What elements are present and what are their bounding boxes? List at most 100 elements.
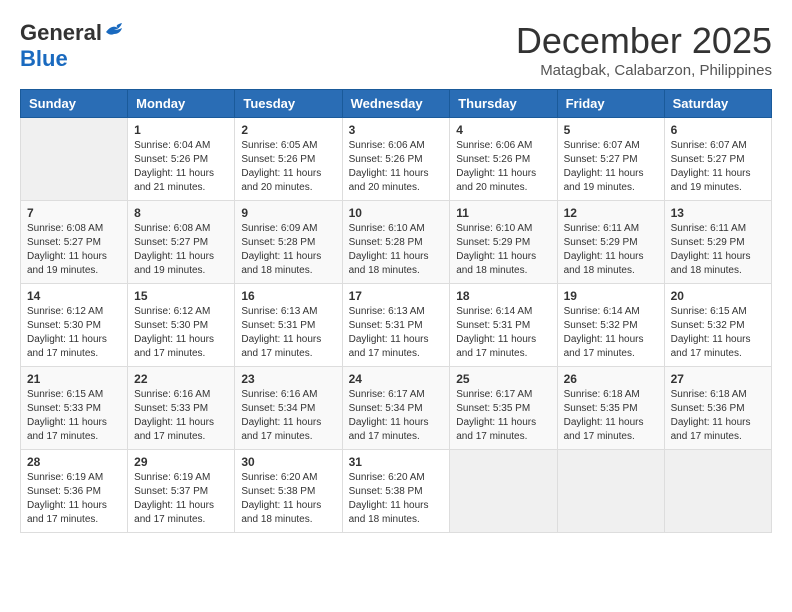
day-info: Sunrise: 6:07 AMSunset: 5:27 PMDaylight:… [564, 139, 658, 195]
logo-bird-icon [104, 22, 126, 40]
day-number: 30 [241, 455, 335, 469]
title-block: December 2025 Matagbak, Calabarzon, Phil… [516, 20, 772, 79]
calendar-cell: 2 Sunrise: 6:05 AMSunset: 5:26 PMDaylight… [235, 118, 342, 201]
day-header-saturday: Saturday [664, 90, 771, 118]
day-info: Sunrise: 6:16 AMSunset: 5:34 PMDaylight:… [241, 388, 335, 444]
day-number: 24 [349, 372, 444, 386]
day-number: 15 [134, 289, 228, 303]
calendar-cell [557, 450, 664, 533]
day-number: 13 [671, 206, 765, 220]
day-number: 12 [564, 206, 658, 220]
day-header-friday: Friday [557, 90, 664, 118]
calendar-cell: 12 Sunrise: 6:11 AMSunset: 5:29 PMDayligh… [557, 201, 664, 284]
day-header-tuesday: Tuesday [235, 90, 342, 118]
day-info: Sunrise: 6:17 AMSunset: 5:35 PMDaylight:… [456, 388, 550, 444]
day-number: 21 [27, 372, 121, 386]
day-number: 6 [671, 123, 765, 137]
calendar-cell: 4 Sunrise: 6:06 AMSunset: 5:26 PMDaylight… [450, 118, 557, 201]
day-number: 10 [349, 206, 444, 220]
day-info: Sunrise: 6:12 AMSunset: 5:30 PMDaylight:… [134, 305, 228, 361]
calendar-cell: 24 Sunrise: 6:17 AMSunset: 5:34 PMDayligh… [342, 367, 450, 450]
day-info: Sunrise: 6:12 AMSunset: 5:30 PMDaylight:… [27, 305, 121, 361]
day-number: 19 [564, 289, 658, 303]
calendar-cell: 10Sunrise: 6:10 AMSunset: 5:28 PMDayligh… [342, 201, 450, 284]
calendar-cell: 21 Sunrise: 6:15 AMSunset: 5:33 PMDayligh… [21, 367, 128, 450]
day-number: 9 [241, 206, 335, 220]
day-header-monday: Monday [128, 90, 235, 118]
day-info: Sunrise: 6:04 AMSunset: 5:26 PMDaylight:… [134, 139, 228, 195]
calendar-cell: 1 Sunrise: 6:04 AMSunset: 5:26 PMDaylight… [128, 118, 235, 201]
day-info: Sunrise: 6:11 AMSunset: 5:29 PMDaylight:… [564, 222, 658, 278]
calendar-cell: 19 Sunrise: 6:14 AMSunset: 5:32 PMDayligh… [557, 284, 664, 367]
calendar-week-row: 7Sunrise: 6:08 AMSunset: 5:27 PMDaylight… [21, 201, 772, 284]
day-info: Sunrise: 6:20 AMSunset: 5:38 PMDaylight:… [241, 471, 335, 527]
calendar-cell [450, 450, 557, 533]
calendar-header-row: SundayMondayTuesdayWednesdayThursdayFrid… [21, 90, 772, 118]
calendar-cell: 28 Sunrise: 6:19 AMSunset: 5:36 PMDayligh… [21, 450, 128, 533]
day-info: Sunrise: 6:15 AMSunset: 5:33 PMDaylight:… [27, 388, 121, 444]
calendar-cell: 25 Sunrise: 6:17 AMSunset: 5:35 PMDayligh… [450, 367, 557, 450]
calendar-cell: 30 Sunrise: 6:20 AMSunset: 5:38 PMDayligh… [235, 450, 342, 533]
calendar-cell: 8 Sunrise: 6:08 AMSunset: 5:27 PMDaylight… [128, 201, 235, 284]
calendar-table: SundayMondayTuesdayWednesdayThursdayFrid… [20, 89, 772, 533]
day-number: 14 [27, 289, 121, 303]
day-number: 16 [241, 289, 335, 303]
day-number: 8 [134, 206, 228, 220]
day-number: 11 [456, 206, 550, 220]
day-info: Sunrise: 6:15 AMSunset: 5:32 PMDaylight:… [671, 305, 765, 361]
calendar-week-row: 14 Sunrise: 6:12 AMSunset: 5:30 PMDayligh… [21, 284, 772, 367]
day-number: 20 [671, 289, 765, 303]
calendar-cell: 5 Sunrise: 6:07 AMSunset: 5:27 PMDaylight… [557, 118, 664, 201]
calendar-cell: 13Sunrise: 6:11 AMSunset: 5:29 PMDayligh… [664, 201, 771, 284]
day-number: 5 [564, 123, 658, 137]
calendar-cell: 9 Sunrise: 6:09 AMSunset: 5:28 PMDaylight… [235, 201, 342, 284]
day-header-sunday: Sunday [21, 90, 128, 118]
day-info: Sunrise: 6:06 AMSunset: 5:26 PMDaylight:… [456, 139, 550, 195]
day-info: Sunrise: 6:08 AMSunset: 5:27 PMDaylight:… [134, 222, 228, 278]
day-number: 28 [27, 455, 121, 469]
calendar-cell [664, 450, 771, 533]
day-number: 26 [564, 372, 658, 386]
month-title: December 2025 [516, 20, 772, 62]
day-number: 2 [241, 123, 335, 137]
logo: General Blue [20, 20, 126, 72]
day-info: Sunrise: 6:07 AMSunset: 5:27 PMDaylight:… [671, 139, 765, 195]
calendar-week-row: 28 Sunrise: 6:19 AMSunset: 5:36 PMDayligh… [21, 450, 772, 533]
calendar-cell: 7Sunrise: 6:08 AMSunset: 5:27 PMDaylight… [21, 201, 128, 284]
calendar-cell: 29Sunrise: 6:19 AMSunset: 5:37 PMDayligh… [128, 450, 235, 533]
day-number: 4 [456, 123, 550, 137]
day-info: Sunrise: 6:18 AMSunset: 5:36 PMDaylight:… [671, 388, 765, 444]
day-info: Sunrise: 6:09 AMSunset: 5:28 PMDaylight:… [241, 222, 335, 278]
calendar-cell: 22Sunrise: 6:16 AMSunset: 5:33 PMDayligh… [128, 367, 235, 450]
calendar-cell: 15 Sunrise: 6:12 AMSunset: 5:30 PMDayligh… [128, 284, 235, 367]
day-number: 18 [456, 289, 550, 303]
day-info: Sunrise: 6:19 AMSunset: 5:36 PMDaylight:… [27, 471, 121, 527]
day-info: Sunrise: 6:13 AMSunset: 5:31 PMDaylight:… [241, 305, 335, 361]
calendar-cell: 31Sunrise: 6:20 AMSunset: 5:38 PMDayligh… [342, 450, 450, 533]
calendar-cell: 27 Sunrise: 6:18 AMSunset: 5:36 PMDayligh… [664, 367, 771, 450]
calendar-cell: 18 Sunrise: 6:14 AMSunset: 5:31 PMDayligh… [450, 284, 557, 367]
calendar-cell: 11 Sunrise: 6:10 AMSunset: 5:29 PMDayligh… [450, 201, 557, 284]
calendar-cell: 3Sunrise: 6:06 AMSunset: 5:26 PMDaylight… [342, 118, 450, 201]
calendar-week-row: 1 Sunrise: 6:04 AMSunset: 5:26 PMDaylight… [21, 118, 772, 201]
day-number: 22 [134, 372, 228, 386]
day-info: Sunrise: 6:14 AMSunset: 5:32 PMDaylight:… [564, 305, 658, 361]
day-info: Sunrise: 6:17 AMSunset: 5:34 PMDaylight:… [349, 388, 444, 444]
day-info: Sunrise: 6:05 AMSunset: 5:26 PMDaylight:… [241, 139, 335, 195]
logo-general: General [20, 20, 102, 46]
day-number: 17 [349, 289, 444, 303]
day-number: 31 [349, 455, 444, 469]
day-info: Sunrise: 6:19 AMSunset: 5:37 PMDaylight:… [134, 471, 228, 527]
calendar-cell: 23Sunrise: 6:16 AMSunset: 5:34 PMDayligh… [235, 367, 342, 450]
calendar-cell: 20 Sunrise: 6:15 AMSunset: 5:32 PMDayligh… [664, 284, 771, 367]
day-info: Sunrise: 6:14 AMSunset: 5:31 PMDaylight:… [456, 305, 550, 361]
day-info: Sunrise: 6:08 AMSunset: 5:27 PMDaylight:… [27, 222, 121, 278]
day-number: 25 [456, 372, 550, 386]
day-info: Sunrise: 6:10 AMSunset: 5:29 PMDaylight:… [456, 222, 550, 278]
day-number: 27 [671, 372, 765, 386]
day-info: Sunrise: 6:18 AMSunset: 5:35 PMDaylight:… [564, 388, 658, 444]
day-number: 3 [349, 123, 444, 137]
calendar-cell: 26 Sunrise: 6:18 AMSunset: 5:35 PMDayligh… [557, 367, 664, 450]
day-number: 1 [134, 123, 228, 137]
page-header: General Blue December 2025 Matagbak, Cal… [20, 20, 772, 79]
